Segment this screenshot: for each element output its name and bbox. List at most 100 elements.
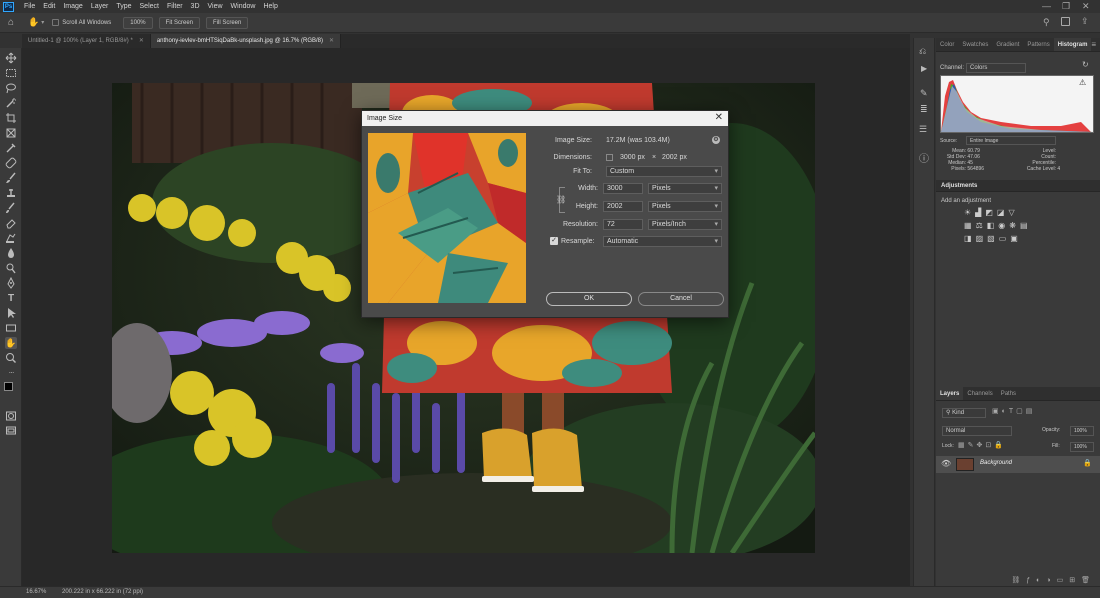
rectangle-tool-icon[interactable] (5, 322, 17, 334)
history-panel-icon[interactable]: ⎌ (919, 46, 926, 57)
scroll-all-windows-checkbox[interactable] (52, 19, 60, 26)
tab-patterns[interactable]: Patterns (1023, 38, 1053, 51)
menu-layer[interactable]: Layer (87, 3, 113, 10)
source-select[interactable]: Entire Image (966, 136, 1056, 145)
frame-tool-icon[interactable] (5, 127, 17, 139)
layer-filter-kind[interactable]: ⚲ Kind (942, 408, 986, 418)
ok-button[interactable]: OK (546, 292, 632, 306)
blend-mode-select[interactable]: Normal (942, 426, 1012, 436)
menu-select[interactable]: Select (136, 3, 163, 10)
magic-wand-tool-icon[interactable] (5, 97, 17, 109)
eraser-tool-icon[interactable] (5, 217, 17, 229)
workspace-icon[interactable] (1061, 17, 1070, 26)
blur-tool-icon[interactable] (5, 247, 17, 259)
eye-visibility-icon[interactable]: 👁 (941, 459, 951, 468)
brightness-icon[interactable]: ☀ (964, 208, 975, 217)
menu-view[interactable]: View (204, 3, 227, 10)
layer-row-background[interactable]: 👁 Background 🔒 (936, 456, 1100, 473)
dialog-titlebar[interactable]: Image Size ✕ (362, 111, 728, 126)
fx-icon[interactable]: ƒ (1026, 577, 1036, 584)
brush-settings-icon[interactable]: ✎ (920, 88, 928, 99)
fill-field[interactable]: 100% (1070, 442, 1094, 452)
marquee-tool-icon[interactable] (5, 67, 17, 79)
menu-3d[interactable]: 3D (187, 3, 204, 10)
resolution-unit-select[interactable]: Pixels/Inch (648, 219, 722, 230)
channel-mixer-icon[interactable]: ❋ (1009, 221, 1020, 230)
tab-gradient[interactable]: Gradient (992, 38, 1023, 51)
height-field[interactable]: 2002 (603, 201, 643, 212)
invert-icon[interactable]: ◨ (964, 234, 976, 243)
tab-channels[interactable]: Channels (963, 387, 996, 400)
menu-image[interactable]: Image (59, 3, 86, 10)
new-layer-icon[interactable]: ⊞ (1069, 577, 1081, 584)
vibrance-icon[interactable]: ▽ (1008, 208, 1018, 217)
tab-histogram[interactable]: Histogram (1053, 38, 1092, 51)
zoom-100-button[interactable]: 100% (123, 16, 153, 29)
width-unit-select[interactable]: Pixels (648, 183, 722, 194)
curves-icon[interactable]: ◩ (985, 208, 997, 217)
crop-tool-icon[interactable] (5, 112, 17, 124)
width-field[interactable]: 3000 (603, 183, 643, 194)
eyedropper-tool-icon[interactable] (5, 142, 17, 154)
home-icon[interactable]: ⌂ (8, 17, 14, 28)
adjustment-layer-icon[interactable]: ◑ (1046, 577, 1056, 584)
quick-mask-icon[interactable] (5, 410, 17, 422)
fit-to-select[interactable]: Custom (606, 166, 722, 177)
info-icon[interactable]: ⓘ (919, 150, 929, 165)
fill-screen-button[interactable]: Fill Screen (206, 16, 249, 29)
close-tab-icon[interactable]: ✕ (329, 38, 334, 44)
screen-mode-icon[interactable] (5, 425, 17, 437)
image-preview[interactable] (368, 133, 526, 303)
more-tools-icon[interactable]: ··· (5, 366, 17, 378)
link-layers-icon[interactable]: ⛓ (1011, 577, 1026, 584)
restore-icon[interactable]: ❐ (1062, 0, 1070, 13)
move-tool-icon[interactable] (5, 52, 17, 64)
menu-file[interactable]: File (20, 3, 39, 10)
gradient-tool-icon[interactable] (5, 232, 17, 244)
tab-swatches[interactable]: Swatches (958, 38, 992, 51)
trash-icon[interactable]: 🗑 (1081, 577, 1096, 584)
posterize-icon[interactable]: ▨ (976, 234, 988, 243)
layer-filter-icons[interactable]: ▣◐T▢▤ (992, 407, 1035, 415)
levels-icon[interactable]: ▟ (975, 208, 985, 217)
hue-saturation-icon[interactable]: ▦ (964, 221, 976, 230)
exposure-icon[interactable]: ◪ (997, 208, 1009, 217)
selective-color-icon[interactable]: ▣ (1010, 234, 1022, 243)
zoom-tool-icon[interactable] (5, 352, 17, 364)
threshold-icon[interactable]: ▧ (987, 234, 999, 243)
healing-brush-tool-icon[interactable] (5, 157, 17, 169)
brush-tool-icon[interactable] (5, 172, 17, 184)
lasso-tool-icon[interactable] (5, 82, 17, 94)
color-balance-icon[interactable]: ⚖ (976, 221, 987, 230)
type-tool-icon[interactable]: T (5, 292, 17, 304)
fit-screen-button[interactable]: Fit Screen (158, 16, 200, 29)
search-icon[interactable]: ⚲ (1043, 17, 1050, 28)
refresh-icon[interactable]: ↻ (1082, 60, 1089, 69)
path-selection-tool-icon[interactable] (5, 307, 17, 319)
dimensions-dropdown-icon[interactable] (606, 154, 613, 161)
tab-layers[interactable]: Layers (936, 387, 964, 400)
minimize-icon[interactable]: — (1042, 0, 1051, 13)
adjust-panel-icon[interactable]: ≣ (920, 104, 928, 115)
channel-select[interactable]: Colors (966, 63, 1026, 73)
properties-panel-icon[interactable]: ☰ (919, 124, 927, 135)
color-lookup-icon[interactable]: ▤ (1020, 221, 1032, 230)
group-icon[interactable]: ▭ (1057, 577, 1070, 584)
gradient-map-icon[interactable]: ▭ (999, 234, 1011, 243)
dodge-tool-icon[interactable] (5, 262, 17, 274)
cancel-button[interactable]: Cancel (638, 292, 724, 306)
mask-icon[interactable]: ◐ (1036, 577, 1046, 584)
tab-color[interactable]: Color (936, 38, 958, 51)
play-actions-icon[interactable]: ▶ (921, 64, 927, 73)
resolution-field[interactable]: 72 (603, 219, 643, 230)
layer-name[interactable]: Background (980, 460, 1012, 466)
resample-checkbox[interactable]: ✓ (550, 237, 558, 245)
menu-type[interactable]: Type (112, 3, 135, 10)
clone-stamp-tool-icon[interactable] (5, 187, 17, 199)
photo-filter-icon[interactable]: ◉ (998, 221, 1009, 230)
history-brush-tool-icon[interactable] (5, 202, 17, 214)
close-tab-icon[interactable]: ✕ (139, 38, 144, 44)
panel-menu-icon[interactable]: ≡ (1091, 38, 1100, 51)
black-white-icon[interactable]: ◧ (987, 221, 999, 230)
menu-filter[interactable]: Filter (163, 3, 187, 10)
